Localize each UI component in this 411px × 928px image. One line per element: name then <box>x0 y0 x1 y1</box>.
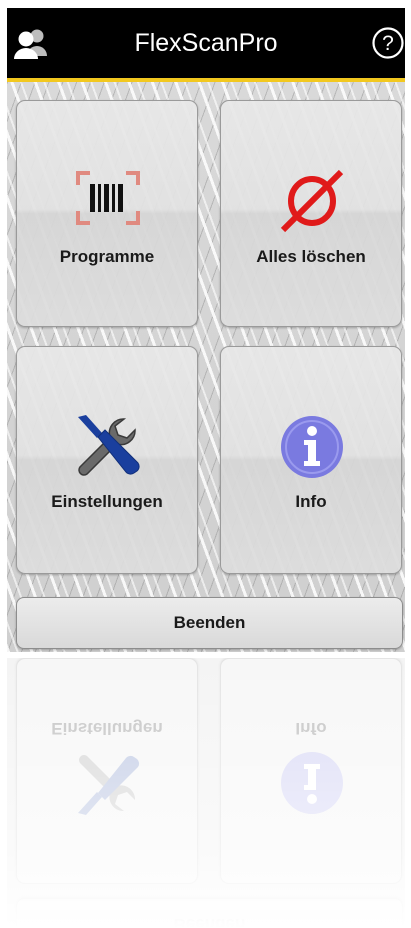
settings-label: Einstellungen <box>51 492 163 511</box>
app-window: FlexScanPro ? Programme Alles löschen Ei… <box>7 8 405 652</box>
tools-icon <box>72 411 144 486</box>
info-label: Info <box>295 492 327 511</box>
svg-text:?: ? <box>382 32 394 55</box>
programme-label: Programme <box>59 247 155 266</box>
exit-button[interactable]: Beenden <box>16 597 403 649</box>
help-circle-icon[interactable]: ? <box>371 26 405 60</box>
app-header: FlexScanPro ? <box>7 8 405 78</box>
info-icon <box>280 415 344 484</box>
header-accent-bar <box>7 78 405 82</box>
settings-tile[interactable]: Einstellungen <box>16 346 198 574</box>
delete-all-icon <box>279 169 345 238</box>
programme-tile[interactable]: Programme <box>16 100 198 327</box>
reflection-fade <box>0 658 411 928</box>
app-title: FlexScanPro <box>134 29 278 57</box>
delete-all-label: Alles löschen <box>256 247 366 266</box>
delete-all-tile[interactable]: Alles löschen <box>220 100 402 327</box>
info-tile[interactable]: Info <box>220 346 402 574</box>
barcode-scan-icon <box>76 171 140 230</box>
